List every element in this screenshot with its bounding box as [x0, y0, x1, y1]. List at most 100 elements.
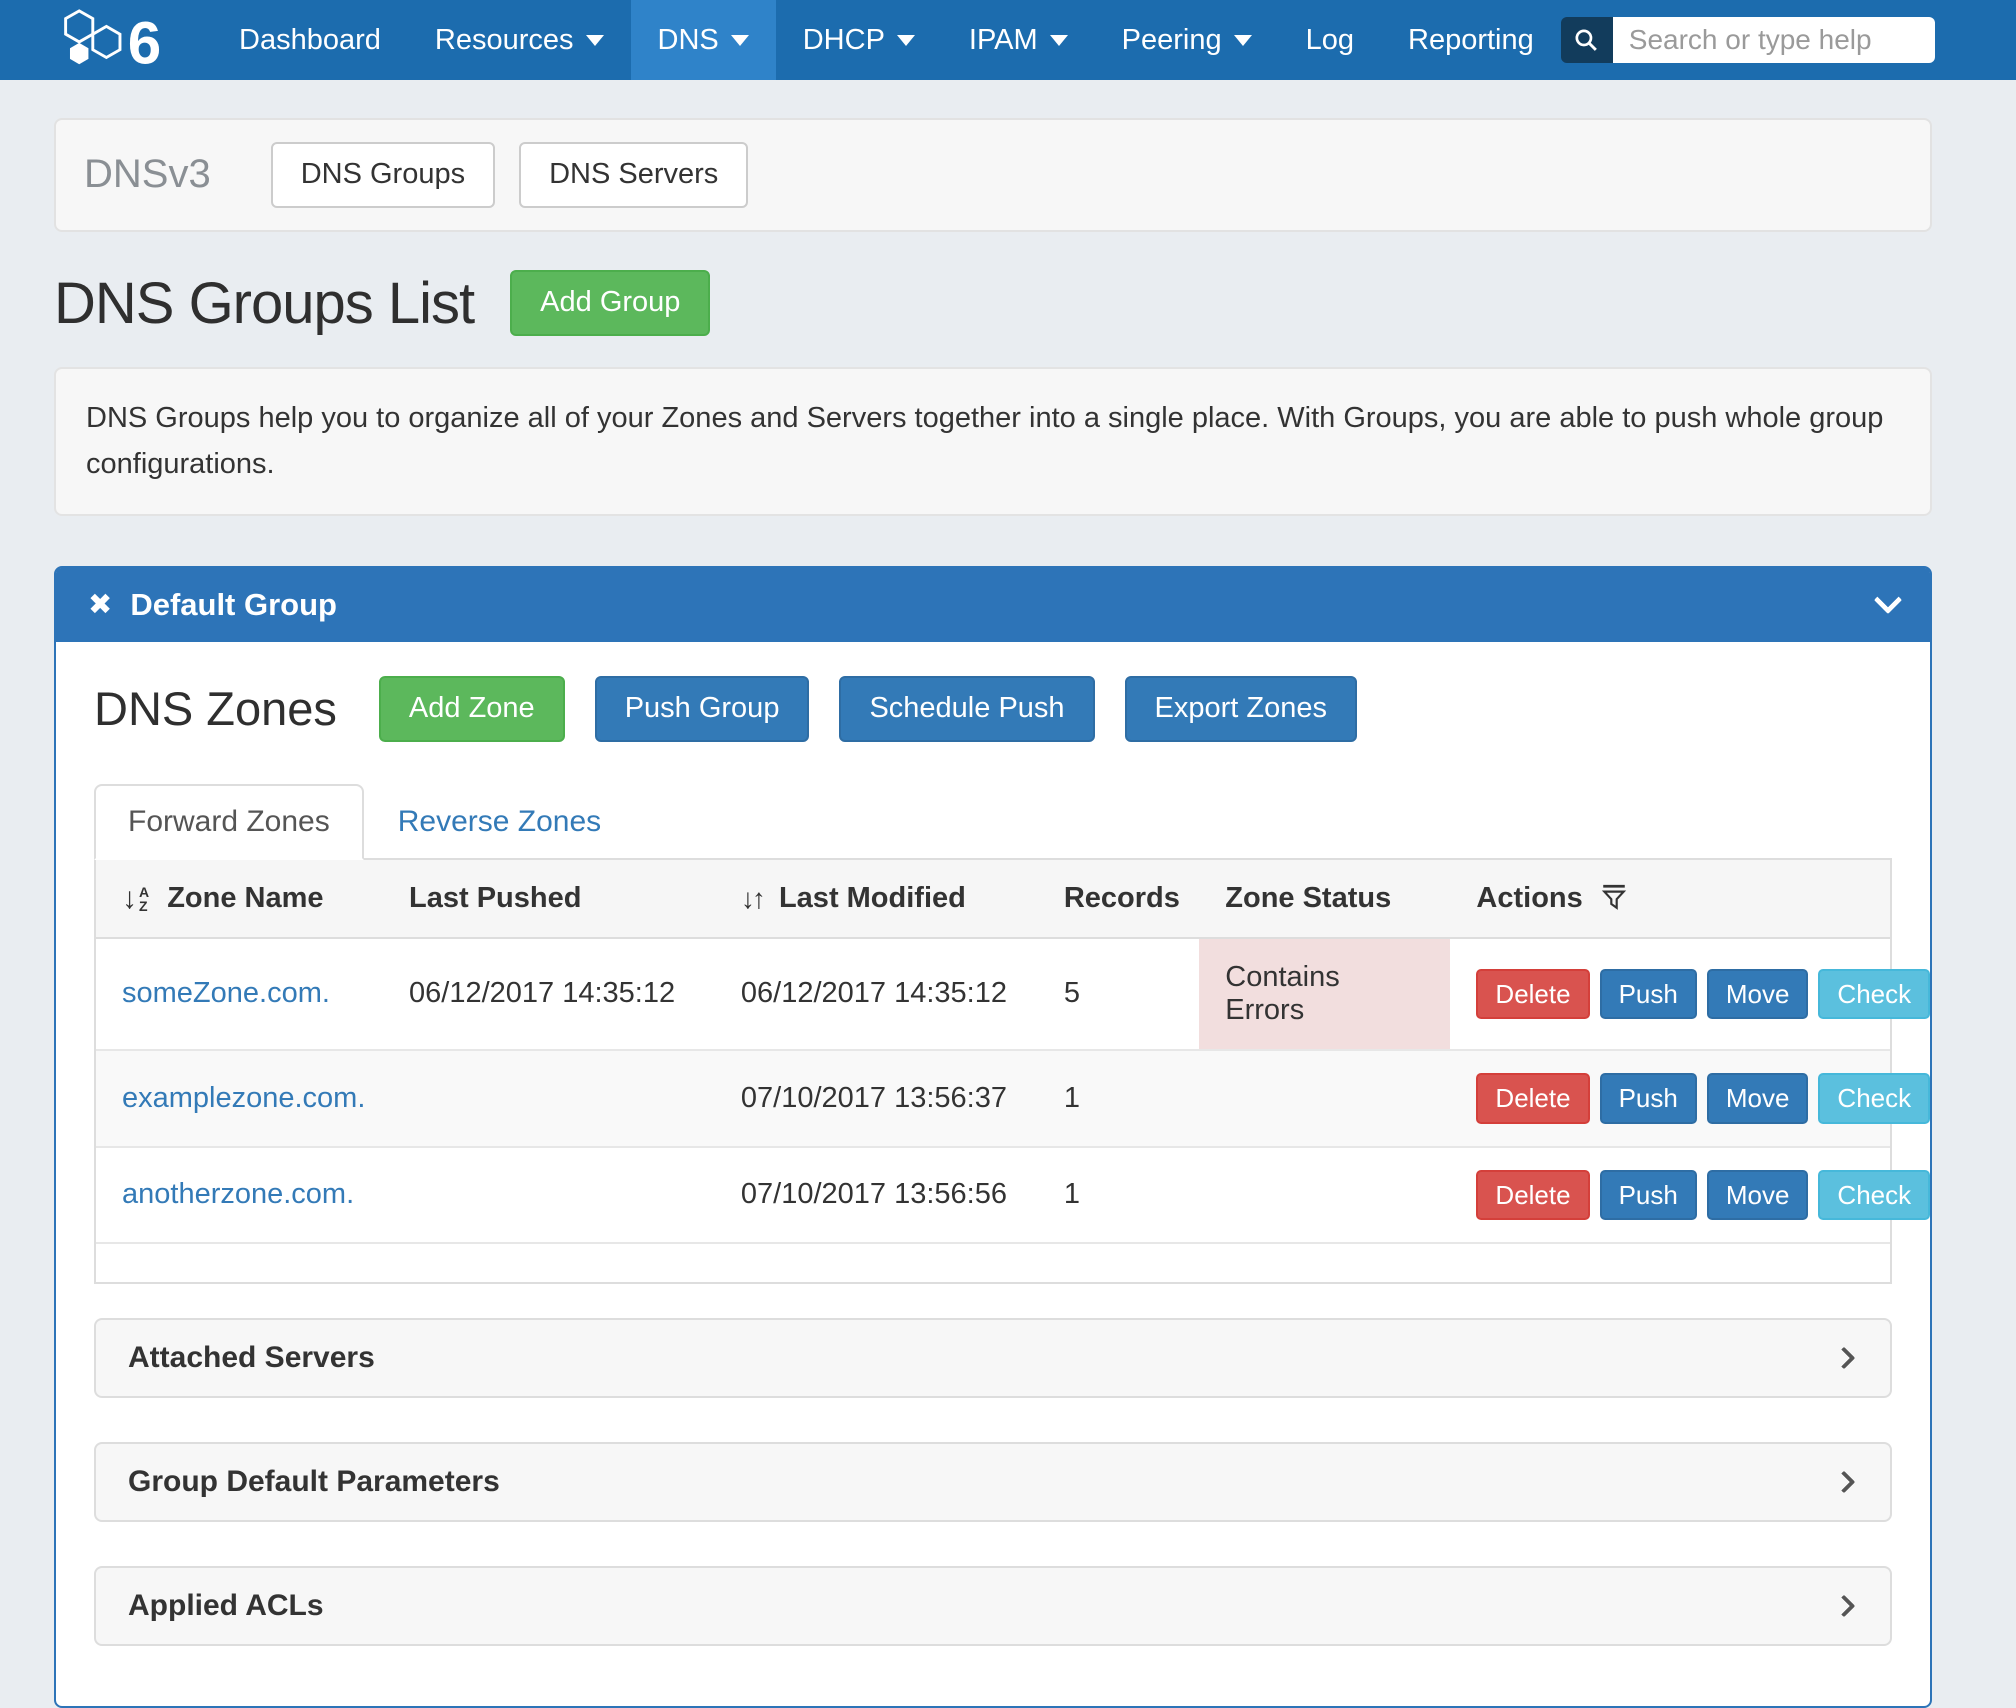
nav-item-peering[interactable]: Peering [1095, 0, 1279, 80]
push-button[interactable]: Push [1600, 1073, 1697, 1124]
nav-item-resources[interactable]: Resources [408, 0, 631, 80]
tab-forward-zones[interactable]: Forward Zones [94, 784, 364, 860]
nav-item-log[interactable]: Log [1279, 0, 1381, 80]
check-button[interactable]: Check [1818, 1073, 1930, 1124]
caret-down-icon [1050, 35, 1068, 46]
close-icon[interactable]: ✖ [88, 587, 112, 622]
sort-alpha-icon[interactable]: ↓AZ [122, 884, 149, 914]
nav-item-label: DNS [658, 24, 719, 57]
check-button[interactable]: Check [1818, 969, 1930, 1020]
col-records[interactable]: Records [1038, 860, 1199, 938]
col-label: Zone Name [167, 882, 323, 914]
delete-button[interactable]: Delete [1476, 1170, 1589, 1221]
zones-tabs: Forward ZonesReverse Zones [94, 784, 1892, 860]
group-panel-header[interactable]: ✖ Default Group [56, 568, 1930, 642]
records-cell: 5 [1038, 938, 1199, 1050]
col-actions: Actions [1450, 860, 1890, 938]
nav-item-label: Dashboard [239, 24, 381, 57]
push-button[interactable]: Push [1600, 1170, 1697, 1221]
records-cell: 1 [1038, 1050, 1199, 1147]
accordion-sections: Attached Servers Group Default Parameters… [94, 1318, 1892, 1646]
col-zone-name[interactable]: ↓AZ Zone Name [96, 860, 383, 938]
caret-down-icon [731, 35, 749, 46]
col-label: Zone Status [1225, 882, 1391, 914]
default-group-panel: ✖ Default Group DNS Zones Add Zone Push … [54, 566, 1932, 1708]
col-label: Records [1064, 882, 1180, 914]
nav-item-dns[interactable]: DNS [631, 0, 776, 80]
nav-item-dashboard[interactable]: Dashboard [212, 0, 408, 80]
move-button[interactable]: Move [1707, 1170, 1809, 1221]
export-zones-button[interactable]: Export Zones [1125, 676, 1357, 742]
delete-button[interactable]: Delete [1476, 969, 1589, 1020]
chevron-right-icon [1833, 1347, 1856, 1370]
push-button[interactable]: Push [1600, 969, 1697, 1020]
add-group-button[interactable]: Add Group [510, 270, 710, 336]
dns-servers-button[interactable]: DNS Servers [519, 142, 748, 208]
col-last-modified[interactable]: ↓↑ Last Modified [715, 860, 1038, 938]
check-button[interactable]: Check [1818, 1170, 1930, 1221]
dns-groups-button[interactable]: DNS Groups [271, 142, 495, 208]
zone-name-link[interactable]: someZone.com. [122, 977, 330, 1009]
search-input[interactable] [1613, 17, 1935, 63]
chevron-down-icon[interactable] [1874, 586, 1902, 614]
chevron-right-icon [1833, 1595, 1856, 1618]
col-label: Last Modified [779, 882, 966, 914]
nav-item-label: DHCP [803, 24, 885, 57]
zones-table-body: someZone.com. 06/12/2017 14:35:12 06/12/… [96, 938, 1890, 1243]
zone-name-link[interactable]: anotherzone.com. [122, 1178, 354, 1210]
caret-down-icon [897, 35, 915, 46]
col-zone-status[interactable]: Zone Status [1199, 860, 1450, 938]
page-title: DNS Groups List [54, 270, 474, 337]
logo-hexagons-icon: 6 [54, 7, 184, 73]
schedule-push-button[interactable]: Schedule Push [839, 676, 1094, 742]
nav-item-ipam[interactable]: IPAM [942, 0, 1095, 80]
nav-item-label: Peering [1122, 24, 1222, 57]
filter-icon[interactable] [1601, 883, 1627, 911]
page-content: DNSv3 DNS Groups DNS Servers DNS Groups … [0, 80, 2016, 1708]
table-header-row: ↓AZ Zone Name Last Pushed ↓↑ Last Modifi… [96, 860, 1890, 938]
nav-item-label: Reporting [1408, 24, 1534, 57]
zone-status-cell: Contains Errors [1199, 938, 1450, 1050]
description-text: DNS Groups help you to organize all of y… [86, 395, 1900, 488]
last-pushed-cell [383, 1147, 715, 1244]
delete-button[interactable]: Delete [1476, 1073, 1589, 1124]
accordion-attached-servers[interactable]: Attached Servers [94, 1318, 1892, 1398]
last-pushed-cell: 06/12/2017 14:35:12 [383, 938, 715, 1050]
search-icon[interactable] [1561, 17, 1613, 63]
app-logo[interactable]: 6 [54, 0, 184, 80]
col-last-pushed[interactable]: Last Pushed [383, 860, 715, 938]
svg-text:6: 6 [128, 9, 161, 73]
forward-zones-table-container: ↓AZ Zone Name Last Pushed ↓↑ Last Modifi… [94, 860, 1892, 1285]
main-nav: Dashboard Resources DNS DHCP IPAM Peering Log R… [212, 0, 1561, 80]
description-well: DNS Groups help you to organize all of y… [54, 367, 1932, 516]
nav-item-dhcp[interactable]: DHCP [776, 0, 942, 80]
zone-status-cell [1199, 1050, 1450, 1147]
nav-item-reporting[interactable]: Reporting [1381, 0, 1561, 80]
tab-reverse-zones[interactable]: Reverse Zones [364, 784, 635, 860]
add-zone-button[interactable]: Add Zone [379, 676, 565, 742]
title-row: DNS Groups List Add Group [54, 270, 1932, 337]
zone-name-cell: someZone.com. [96, 938, 383, 1050]
chevron-right-icon [1833, 1471, 1856, 1494]
nav-item-label: Resources [435, 24, 574, 57]
zone-status-cell [1199, 1147, 1450, 1244]
zones-toolbar: DNS Zones Add Zone Push Group Schedule P… [94, 676, 1892, 742]
dnsv3-label: DNSv3 [84, 152, 211, 197]
actions-cell: DeletePushMoveCheck [1450, 938, 1890, 1050]
last-pushed-cell [383, 1050, 715, 1147]
col-label: Actions [1476, 882, 1582, 914]
actions-cell: DeletePushMoveCheck [1450, 1147, 1890, 1244]
search-bar [1561, 17, 1935, 63]
records-cell: 1 [1038, 1147, 1199, 1244]
sort-icon[interactable]: ↓↑ [741, 883, 763, 915]
accordion-group-default-parameters[interactable]: Group Default Parameters [94, 1442, 1892, 1522]
caret-down-icon [586, 35, 604, 46]
dns-zones-heading: DNS Zones [94, 681, 337, 736]
accordion-label: Group Default Parameters [128, 1465, 500, 1499]
zone-name-link[interactable]: examplezone.com. [122, 1082, 365, 1114]
move-button[interactable]: Move [1707, 969, 1809, 1020]
accordion-applied-acls[interactable]: Applied ACLs [94, 1566, 1892, 1646]
zone-name-cell: anotherzone.com. [96, 1147, 383, 1244]
move-button[interactable]: Move [1707, 1073, 1809, 1124]
push-group-button[interactable]: Push Group [595, 676, 810, 742]
